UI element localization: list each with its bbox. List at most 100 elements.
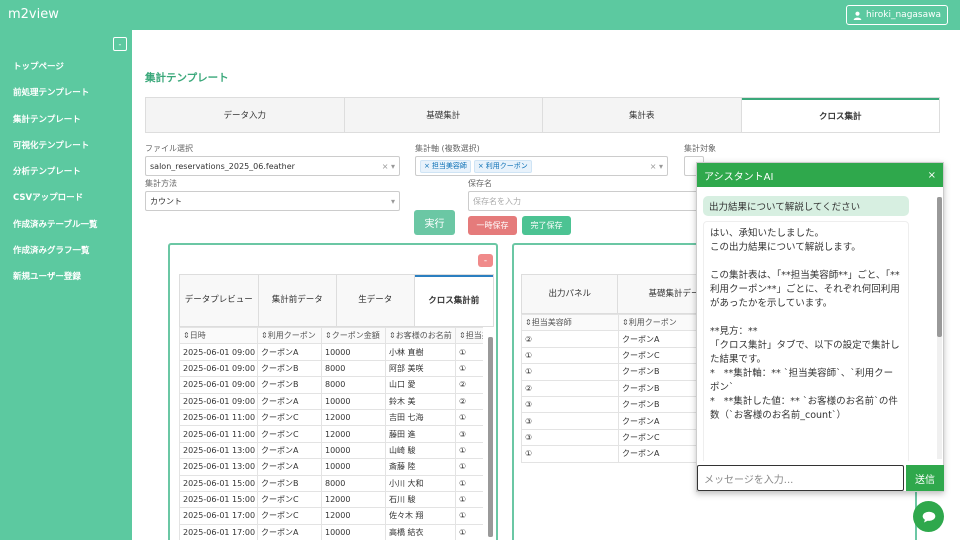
table-cell: 2025-06-01 11:00 — [179, 425, 258, 443]
column-header[interactable]: ⇕担当美容師 — [455, 327, 483, 345]
clear-chevron-icon[interactable]: × ▾ — [382, 162, 395, 171]
tab-aggregate-table[interactable]: 集計表 — [543, 98, 742, 132]
tab-data-input[interactable]: データ入力 — [146, 98, 345, 132]
column-header[interactable]: ⇕お客様のお名前 — [385, 327, 456, 345]
user-message: 出力結果について解説してください — [703, 196, 909, 216]
sidebar-item-aggregate[interactable]: 集計テンプレート — [13, 113, 98, 139]
table-cell: 12000 — [321, 408, 386, 427]
table-cell: 10000 — [321, 392, 386, 410]
sidebar-collapse-button[interactable]: - — [113, 37, 127, 51]
sidebar-item-visualize[interactable]: 可視化テンプレート — [13, 139, 98, 165]
table-row: 2025-06-01 09:00 クーポンB 8000 阿部 美咲 ① — [179, 359, 483, 378]
user-menu-button[interactable]: hiroki_nagasawa — [846, 5, 948, 25]
chat-input[interactable]: メッセージを入力... — [697, 465, 904, 491]
axis-multiselect[interactable]: × 担当美容師 × 利用クーポン × ▾ — [415, 156, 668, 176]
remove-chip-icon[interactable]: × — [424, 162, 430, 170]
table-cell: クーポンC — [257, 490, 322, 509]
chat-bubble-icon — [922, 511, 935, 522]
table-cell: 12000 — [321, 490, 386, 509]
save-name-label: 保存名 — [468, 179, 492, 188]
sidebar-item-top[interactable]: トップページ — [13, 60, 98, 86]
column-header[interactable]: ⇕クーポン金額 — [321, 327, 386, 345]
tab-pre-cross-tab[interactable]: クロス集計前 — [414, 275, 493, 326]
axis-chip[interactable]: × 利用クーポン — [473, 159, 532, 173]
assistant-chat-window: アシスタントAI × 出力結果について解説してください はい、承知いたしました。… — [696, 162, 944, 492]
table-cell: 吉田 七海 — [385, 408, 456, 427]
table-cell: ① — [521, 346, 619, 365]
tab-pre-aggregate-data[interactable]: 集計前データ — [258, 275, 337, 326]
final-save-button[interactable]: 完了保存 — [522, 216, 571, 235]
target-select-label: 集計対象 — [684, 144, 716, 153]
brand-logo[interactable]: m2view — [8, 7, 59, 22]
preview-scroll-thumb[interactable] — [488, 337, 493, 537]
assistant-message: はい、承知いたしました。 この出力結果について解説します。 この集計表は、「**… — [703, 221, 909, 461]
table-cell: 石川 駿 — [385, 490, 456, 509]
tab-raw-data[interactable]: 生データ — [337, 275, 415, 326]
table-cell: 山口 愛 — [385, 376, 456, 394]
table-cell: ③ — [521, 395, 619, 414]
temp-save-button[interactable]: 一時保存 — [468, 216, 517, 235]
save-name-input[interactable]: 保存名を入力 — [468, 191, 698, 211]
table-cell: 10000 — [321, 458, 386, 476]
table-cell: クーポンA — [257, 343, 322, 361]
table-cell: 10000 — [321, 523, 386, 540]
file-select-label: ファイル選択 — [145, 144, 193, 153]
chat-toggle-button[interactable] — [913, 501, 944, 532]
sidebar-item-graphs[interactable]: 作成済みグラフ一覧 — [13, 244, 98, 270]
tab-cross-tab[interactable]: クロス集計 — [741, 98, 939, 132]
table-cell: ① — [455, 474, 483, 492]
table-row: 2025-06-01 13:00 クーポンA 10000 山崎 駿① — [179, 441, 483, 460]
method-select-label: 集計方法 — [145, 179, 177, 188]
send-button[interactable]: 送信 — [906, 465, 944, 491]
table-cell: クーポンA — [257, 523, 322, 540]
table-cell: 2025-06-01 09:00 — [179, 343, 258, 361]
tab-basic-aggregate[interactable]: 基礎集計 — [345, 98, 543, 132]
column-header[interactable]: ⇕利用クーポン — [257, 327, 322, 345]
table-cell: ① — [455, 343, 483, 361]
sidebar-item-csv-upload[interactable]: CSVアップロード — [13, 191, 98, 217]
clear-chevron-icon[interactable]: × ▾ — [650, 162, 663, 171]
run-button[interactable]: 実行 — [414, 210, 455, 235]
sidebar-item-tables[interactable]: 作成済みテーブル一覧 — [13, 218, 98, 244]
table-cell: 小林 直樹 — [385, 343, 456, 361]
data-preview-panel: - データプレビュー 集計前データ 生データ クロス集計前 ⇕日時 ⇕利用クーポン… — [168, 243, 498, 540]
table-cell: 2025-06-01 13:00 — [179, 458, 258, 476]
table-row: 2025-06-01 11:00 クーポンC 12000 吉田 七海 ① — [179, 408, 483, 427]
table-row: 2025-06-01 11:00 クーポンC 12000 藤田 進③ — [179, 425, 483, 443]
preview-table-wrap: ⇕日時⇕利用クーポン⇕クーポン金額⇕お客様のお名前⇕担当美容師 2025-06-… — [179, 327, 483, 540]
table-cell: ① — [455, 458, 483, 476]
sidebar-item-preprocess[interactable]: 前処理テンプレート — [13, 86, 98, 112]
table-cell: 斎藤 陸 — [385, 458, 456, 476]
table-cell: ① — [521, 445, 619, 463]
sidebar-item-analysis[interactable]: 分析テンプレート — [13, 165, 98, 191]
close-icon[interactable]: × — [928, 170, 936, 181]
table-row: 2025-06-01 09:00 クーポンA 10000 小林 直樹 ① — [179, 343, 483, 361]
chat-header: アシスタントAI × — [697, 163, 943, 187]
table-cell: ① — [455, 490, 483, 509]
column-header[interactable]: ⇕担当美容師 — [521, 314, 619, 332]
column-header[interactable]: ⇕日時 — [179, 327, 258, 345]
table-cell: ② — [521, 379, 619, 397]
preview-scrollbar[interactable] — [488, 337, 493, 537]
table-cell: 2025-06-01 09:00 — [179, 376, 258, 394]
table-cell: ① — [455, 359, 483, 378]
table-cell: ③ — [521, 428, 619, 447]
chat-scroll-thumb[interactable] — [937, 197, 942, 337]
table-cell: クーポンA — [257, 458, 322, 476]
table-cell: ② — [455, 376, 483, 394]
table-cell: ③ — [521, 412, 619, 430]
sidebar-item-new-user[interactable]: 新規ユーザー登録 — [13, 270, 98, 296]
chat-scrollbar[interactable] — [937, 197, 942, 459]
table-cell: 鈴木 美 — [385, 392, 456, 410]
template-tabs: データ入力 基礎集計 集計表 クロス集計 — [145, 97, 940, 133]
axis-chip[interactable]: × 担当美容師 — [420, 159, 471, 173]
method-select[interactable]: カウント ▾ — [145, 191, 400, 211]
tab-data-preview[interactable]: データプレビュー — [180, 275, 259, 326]
remove-chip-icon[interactable]: × — [478, 162, 484, 170]
table-cell: 小川 大和 — [385, 474, 456, 492]
panel-collapse-button[interactable]: - — [478, 254, 493, 267]
chat-messages: 出力結果について解説してください はい、承知いたしました。 この出力結果について… — [697, 187, 937, 461]
file-select[interactable]: salon_reservations_2025_06.feather × ▾ — [145, 156, 400, 176]
chevron-down-icon[interactable]: ▾ — [391, 197, 395, 206]
tab-output-panel[interactable]: 出力パネル — [522, 275, 619, 313]
